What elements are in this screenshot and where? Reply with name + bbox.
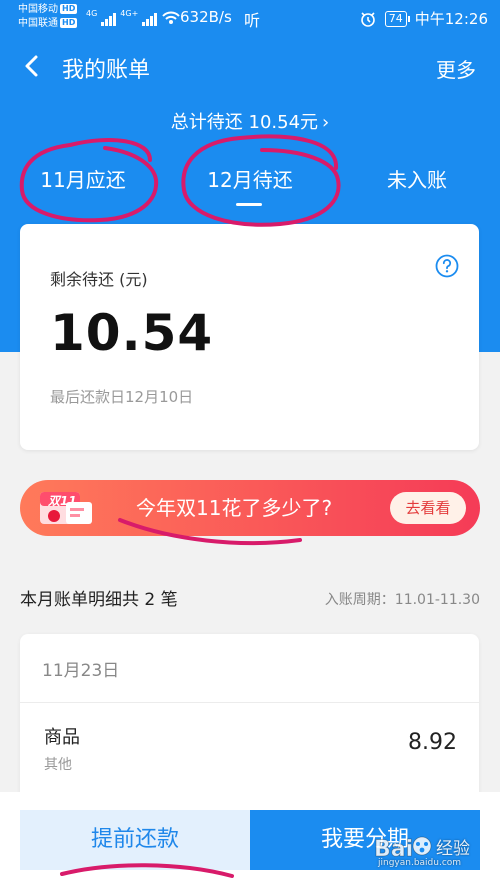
- tab-label: 未入账: [387, 168, 447, 192]
- nav-bar: 我的账单 更多: [0, 40, 500, 92]
- detail-title: 本月账单明细共 2 笔: [20, 590, 178, 610]
- carrier-2: 中国联通: [18, 18, 58, 29]
- hd-badge-1: HD: [60, 4, 78, 14]
- transaction-list: 11月23日 商品 其他 8.92: [20, 634, 479, 814]
- more-button[interactable]: 更多: [436, 54, 476, 83]
- tab-active-indicator: [236, 203, 262, 206]
- network-speed: 632B/s: [180, 8, 232, 26]
- transaction-category: 其他: [44, 757, 72, 773]
- question-circle-icon: [435, 254, 459, 278]
- tab-label: 11月应还: [40, 168, 126, 192]
- transaction-date: 11月23日: [42, 661, 120, 681]
- tab-unposted[interactable]: 未入账: [334, 160, 500, 212]
- carrier-1: 中国移动: [18, 4, 58, 15]
- signal-strength-icon: [101, 12, 117, 26]
- badge-text: 双11: [48, 494, 77, 508]
- status-bar: 中国移动 HD 中国联通 HD 4G 4G+ 632B/s 听 74 中午12:26: [0, 0, 500, 36]
- double11-promo-banner[interactable]: 双11 今年双11花了多少了? 去看看: [20, 480, 480, 536]
- remaining-label: 剩余待还 (元): [50, 270, 148, 289]
- network-type-2: 4G+: [120, 9, 139, 18]
- billing-period: 入账周期：11.01-11.30: [324, 592, 480, 608]
- help-button[interactable]: [435, 254, 459, 278]
- chevron-right-icon: ›: [322, 112, 330, 133]
- watermark-url: jingyan.baidu.com: [378, 858, 462, 868]
- chevron-left-icon: [25, 55, 38, 77]
- back-button[interactable]: [16, 50, 48, 82]
- battery-icon: 74: [384, 10, 410, 27]
- hd-badge-2: HD: [60, 18, 78, 28]
- divider: [20, 702, 479, 703]
- page-title: 我的账单: [62, 58, 151, 83]
- total-due-label: 总计待还 10.54元: [170, 112, 319, 133]
- transaction-amount: 8.92: [408, 730, 457, 755]
- total-due-link[interactable]: 总计待还 10.54元 ›: [0, 108, 500, 134]
- due-date: 最后还款日12月10日: [50, 388, 194, 406]
- status-right: 74 中午12:26: [359, 8, 488, 29]
- wifi-icon: [162, 11, 181, 24]
- tab-november-due[interactable]: 11月应还: [0, 160, 166, 212]
- signal-strength-icon-2: [142, 12, 158, 26]
- bill-summary-card: 剩余待还 (元) 10.54 最后还款日12月10日: [20, 224, 479, 450]
- watermark-text: 经验: [436, 839, 470, 859]
- alarm-icon: [360, 11, 375, 27]
- clock: 中午12:26: [414, 10, 488, 28]
- signal-icons: 4G 4G+: [86, 8, 181, 26]
- network-type-1: 4G: [86, 9, 98, 18]
- baidu-jingyan-watermark: Bai 经验 jingyan.baidu.com: [372, 826, 488, 870]
- banner-text: 今年双11花了多少了?: [136, 496, 333, 520]
- transaction-name: 商品: [44, 727, 80, 748]
- remaining-amount: 10.54: [50, 304, 214, 362]
- hd-voice-icon: 听: [244, 11, 261, 30]
- prepay-button[interactable]: 提前还款: [20, 810, 250, 870]
- tab-label: 12月待还: [207, 168, 293, 192]
- view-button[interactable]: 去看看: [390, 492, 466, 524]
- carrier-info: 中国移动 HD 中国联通 HD: [18, 3, 78, 31]
